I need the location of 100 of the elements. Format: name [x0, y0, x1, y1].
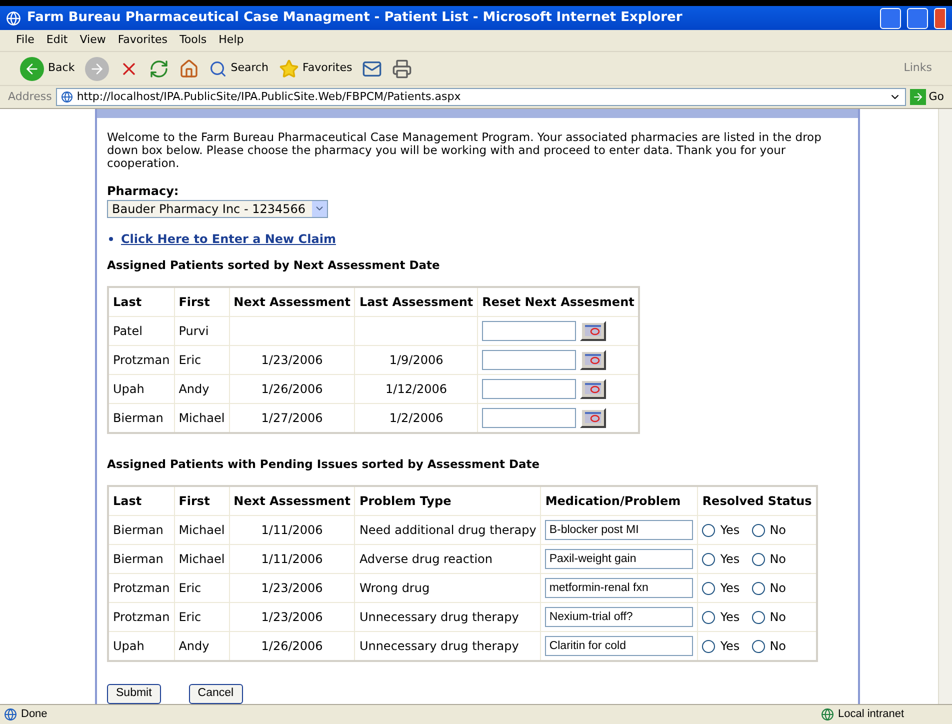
table-cell: 1/23/2006 [229, 345, 355, 374]
column-header: Medication/Problem [540, 486, 698, 516]
column-header: Last Assessment [354, 286, 478, 316]
close-button[interactable] [934, 8, 946, 28]
go-arrow-icon [912, 91, 924, 103]
refresh-icon [148, 58, 169, 78]
favorites-button[interactable]: Favorites [278, 58, 352, 78]
form-button[interactable]: Cancel [188, 684, 243, 704]
column-header: Problem Type [354, 486, 541, 516]
back-button[interactable]: Back [20, 56, 75, 80]
status-text: Done [21, 707, 48, 722]
radio-option[interactable]: No [752, 579, 786, 597]
table-cell: Michael [174, 516, 230, 544]
column-header: Last [108, 286, 174, 316]
home-icon [178, 58, 199, 78]
maximize-button[interactable] [907, 8, 928, 28]
pharmacy-select[interactable]: Bauder Pharmacy Inc - 1234566 [107, 200, 328, 218]
menu-item[interactable]: File [16, 32, 34, 49]
table-cell: Eric [174, 574, 230, 602]
table-cell: Bierman [108, 516, 174, 544]
bullet-icon [109, 236, 113, 240]
table-cell: 1/26/2006 [229, 374, 355, 404]
calendar-icon [585, 412, 602, 424]
column-header: Last [108, 486, 174, 516]
table-cell: 1/11/2006 [229, 516, 355, 544]
column-header: Next Assessment [229, 486, 355, 516]
menu-item[interactable]: View [80, 32, 106, 49]
pharmacy-label: Pharmacy: [107, 182, 179, 200]
table-cell: 1/23/2006 [229, 602, 355, 632]
column-header: First [174, 486, 230, 516]
menu-item[interactable]: Favorites [118, 32, 168, 49]
radio-option[interactable]: Yes [702, 637, 740, 655]
radio-option[interactable]: No [752, 608, 786, 626]
date-field[interactable] [482, 378, 576, 399]
calendar-icon [585, 383, 602, 394]
medication-field[interactable]: B-blocker post MI [545, 520, 694, 540]
table-cell: Michael [174, 544, 230, 574]
date-field[interactable] [482, 408, 576, 428]
table-cell: 1/9/2006 [354, 345, 478, 374]
calendar-button[interactable] [580, 320, 606, 341]
radio-option[interactable]: Yes [702, 579, 740, 597]
radio-option[interactable]: Yes [702, 521, 740, 539]
table-cell: Wrong drug [354, 574, 541, 602]
table-cell: Unnecessary drug therapy [354, 602, 541, 632]
table-cell: 1/11/2006 [229, 544, 355, 574]
radio-option[interactable]: No [752, 521, 786, 539]
table-cell: Eric [174, 345, 230, 374]
links-label[interactable]: Links [904, 60, 932, 77]
form-button[interactable]: Submit [107, 684, 161, 704]
table-cell: Purvi [174, 316, 230, 346]
star-icon [278, 58, 299, 78]
search-icon [208, 60, 227, 78]
printer-icon [392, 58, 412, 78]
medication-field[interactable]: Nexium-trial off? [545, 607, 694, 627]
table-cell: Need additional drug therapy [354, 516, 541, 544]
section-heading: Assigned Patients with Pending Issues sorted by Assessment Date [107, 456, 540, 473]
search-button[interactable]: Search [208, 60, 269, 78]
table-cell: Bierman [108, 544, 174, 574]
globe-icon [821, 708, 834, 721]
scrollbar[interactable] [938, 109, 952, 704]
window-title: Farm Bureau Pharmaceutical Case Managment - Patient List - Microsoft Internet Explorer [27, 9, 684, 28]
menu-item[interactable]: Edit [46, 32, 68, 49]
medication-field[interactable]: Paxil-weight gain [545, 549, 694, 569]
address-label: Address [8, 88, 52, 105]
table-cell: Protzman [108, 602, 174, 632]
radio-option[interactable]: No [752, 637, 786, 655]
url-text: http://localhost/IPA.PublicSite/IPA.PublicSite.Web/FBPCM/Patients.aspx [76, 88, 461, 105]
table-cell: 1/12/2006 [354, 374, 478, 404]
address-field[interactable]: http://localhost/IPA.PublicSite/IPA.PublicSite.Web/FBPCM/Patients.aspx [56, 88, 906, 106]
table-cell: 1/23/2006 [229, 574, 355, 602]
medication-field[interactable]: metformin-renal fxn [545, 578, 694, 598]
zone-text: Local intranet [838, 707, 906, 722]
go-button[interactable]: Go [910, 88, 944, 106]
calendar-button[interactable] [580, 350, 606, 370]
medication-field[interactable]: Claritin for cold [545, 636, 694, 656]
table-cell: Protzman [108, 574, 174, 602]
column-header: Next Assessment [229, 286, 355, 316]
calendar-button[interactable] [580, 378, 606, 399]
calendar-icon [585, 354, 602, 366]
new-claim-link[interactable]: Click Here to Enter a New Claim [121, 230, 336, 248]
table-cell: Andy [174, 374, 230, 404]
calendar-button[interactable] [580, 408, 606, 428]
intro-text: Welcome to the Farm Bureau Pharmaceutical Case Management Program. Your associated pharmacies are listed in the drop down box below. Please choose the pharmacy you will be working with and proceed to enter data. Thank you for your cooperation. [107, 130, 822, 170]
date-field[interactable] [482, 350, 576, 370]
section-heading: Assigned Patients sorted by Next Assessment Date [107, 256, 440, 274]
table-cell: Eric [174, 602, 230, 632]
table-cell: Adverse drug reaction [354, 544, 541, 574]
calendar-icon [585, 325, 602, 336]
table-cell: Protzman [108, 345, 174, 374]
date-field[interactable] [482, 320, 576, 341]
radio-option[interactable]: Yes [702, 608, 740, 626]
minimize-button[interactable] [880, 8, 901, 28]
menu-item[interactable]: Tools [180, 32, 207, 49]
table-cell: Upah [108, 374, 174, 404]
radio-option[interactable]: No [752, 550, 786, 568]
column-header: First [174, 286, 230, 316]
mail-icon [362, 58, 382, 78]
table-cell: Patel [108, 316, 174, 346]
menu-item[interactable]: Help [218, 32, 244, 49]
radio-option[interactable]: Yes [702, 550, 740, 568]
